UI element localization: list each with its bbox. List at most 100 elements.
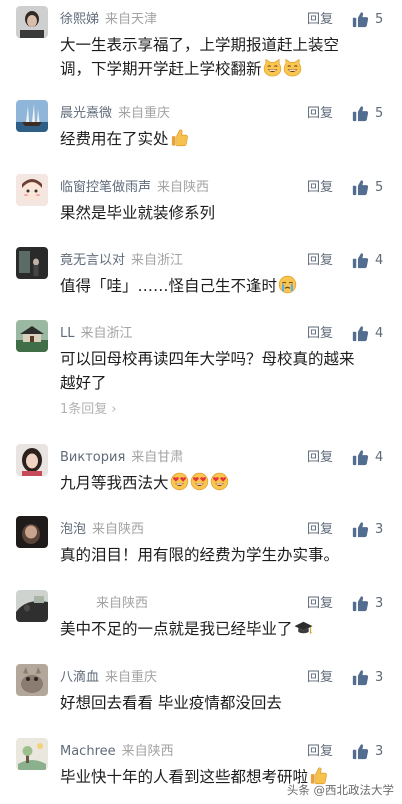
thumbs-up-icon: [352, 595, 369, 612]
thumbs-up-icon: [352, 105, 369, 122]
comment-text: 值得「哇」……怪自己生不逢时: [60, 274, 360, 298]
heart-eyes-icon: [170, 472, 189, 491]
location: 来自天津: [105, 12, 158, 27]
avatar[interactable]: [16, 738, 48, 770]
thumbs-up-icon: [352, 521, 369, 538]
comment-text: 好想回去看看 毕业疫情都没回去: [60, 694, 282, 712]
username[interactable]: 徐熙娣: [60, 12, 99, 27]
reply-button[interactable]: 回复: [307, 744, 333, 760]
like-count: 5: [375, 105, 384, 121]
comment-text: 大一生表示享福了，上学期报道赶上装空调，下学期开学赶上学校翻新: [60, 36, 340, 78]
avatar[interactable]: [16, 174, 48, 206]
thumbs-up-icon: [352, 669, 369, 686]
comment-text: 九月等我西法大: [60, 471, 360, 495]
comment-item: 晨光熹微 来自重庆 回复 5 经费用在了实处: [0, 100, 402, 166]
username[interactable]: 泡泡: [60, 522, 86, 537]
comment-meta: 竟无言以对 来自浙江: [60, 253, 183, 269]
watermark: 头条 @西北政法大学: [286, 783, 394, 797]
avatar[interactable]: [16, 516, 48, 548]
thumbs-up-icon: [352, 179, 369, 196]
comment-text: 可以回母校再读四年大学吗？母校真的越来越好了: [60, 350, 355, 392]
avatar[interactable]: [16, 320, 48, 352]
avatar[interactable]: [16, 590, 48, 622]
like-button[interactable]: 5: [352, 177, 383, 197]
like-count: 4: [375, 325, 384, 341]
comment-meta: 泡泡 来自陕西: [60, 522, 144, 538]
comment-item: 临窗控笔做雨声 来自陕西 回复 5 果然是毕业就装修系列: [0, 174, 402, 240]
like-count: 4: [375, 252, 384, 268]
comment-meta: 来自陕西: [96, 596, 148, 612]
like-button[interactable]: 5: [352, 103, 383, 123]
reply-button[interactable]: 回复: [307, 180, 333, 196]
cat-smile-icon: [283, 58, 302, 77]
username[interactable]: Виктория: [60, 450, 125, 465]
like-count: 3: [375, 669, 384, 685]
reply-button[interactable]: 回复: [307, 522, 333, 538]
like-count: 3: [375, 743, 384, 759]
avatar[interactable]: [16, 100, 48, 132]
location: 来自重庆: [105, 670, 158, 685]
reply-button[interactable]: 回复: [307, 106, 333, 122]
like-button[interactable]: 3: [352, 519, 383, 539]
comment-meta: Виктория 来自甘肃: [60, 450, 183, 466]
username[interactable]: LL: [60, 326, 75, 341]
avatar[interactable]: [16, 664, 48, 696]
comment-meta: 八滴血 来自重庆: [60, 670, 157, 686]
avatar[interactable]: [16, 6, 48, 38]
like-count: 5: [375, 11, 384, 27]
location: 来自甘肃: [131, 450, 184, 465]
heart-eyes-icon: [190, 472, 209, 491]
cat-smile-icon: [263, 58, 282, 77]
reply-button[interactable]: 回复: [307, 596, 333, 612]
like-button[interactable]: 4: [352, 447, 383, 467]
username[interactable]: 竟无言以对: [60, 253, 125, 268]
location: 来自浙江: [80, 326, 133, 341]
like-count: 5: [375, 179, 384, 195]
like-count: 3: [375, 521, 384, 537]
username[interactable]: 八滴血: [60, 670, 99, 685]
comment-item: 泡泡 来自陕西 回复 3 真的泪目！用有限的经费为学生办实事。: [0, 516, 402, 582]
reply-button[interactable]: 回复: [307, 253, 333, 269]
like-count: 3: [375, 595, 384, 611]
like-button[interactable]: 4: [352, 323, 383, 343]
comment-item: Виктория 来自甘肃 回复 4 九月等我西法大: [0, 444, 402, 510]
username[interactable]: 晨光熹微: [60, 106, 112, 121]
comment-meta: 晨光熹微 来自重庆: [60, 106, 170, 122]
reply-button[interactable]: 回复: [307, 670, 333, 686]
comment-item: 徐熙娣 来自天津 回复 5 大一生表示享福了，上学期报道赶上装空调，下学期开学赶上…: [0, 6, 402, 96]
comment-text: 真的泪目！用有限的经费为学生办实事。: [60, 546, 340, 564]
like-button[interactable]: 5: [352, 9, 383, 29]
avatar[interactable]: [16, 247, 48, 279]
like-count: 4: [375, 449, 384, 465]
thumbs-up-icon: [352, 325, 369, 342]
like-button[interactable]: 3: [352, 741, 383, 761]
thumbs-up-icon: [352, 11, 369, 28]
username[interactable]: Machree: [60, 744, 116, 759]
graduation-cap-icon: [294, 618, 313, 637]
like-button[interactable]: 3: [352, 667, 383, 687]
reply-button[interactable]: 回复: [307, 12, 333, 28]
view-replies-link[interactable]: 1条回复 ›: [60, 398, 117, 417]
comment-meta: Machree 来自陕西: [60, 744, 174, 760]
comment-text: 果然是毕业就装修系列: [60, 204, 216, 222]
thumbs-up-icon: [352, 743, 369, 760]
comment-text: 经费用在了实处: [60, 127, 360, 151]
comment-item: 八滴血 来自重庆 回复 3 好想回去看看 毕业疫情都没回去: [0, 664, 402, 730]
comment-item: LL 来自浙江 回复 4 可以回母校再读四年大学吗？母校真的越来越好了 1条回复 …: [0, 320, 402, 430]
username[interactable]: 临窗控笔做雨声: [60, 180, 151, 195]
avatar[interactable]: [16, 444, 48, 476]
location: 来自浙江: [131, 253, 184, 268]
chevron-right-icon: ›: [107, 402, 117, 417]
reply-button[interactable]: 回复: [307, 326, 333, 342]
thumbs-up-emoji-icon: [170, 128, 189, 147]
comment-meta: 徐熙娣 来自天津: [60, 12, 157, 28]
location: 来自陕西: [92, 522, 145, 537]
comment-text: 美中不足的一点就是我已经毕业了: [60, 617, 360, 641]
comment-item: 竟无言以对 来自浙江 回复 4 值得「哇」……怪自己生不逢时: [0, 247, 402, 313]
like-button[interactable]: 4: [352, 250, 383, 270]
thumbs-up-icon: [352, 449, 369, 466]
reply-button[interactable]: 回复: [307, 450, 333, 466]
thumbs-up-icon: [352, 252, 369, 269]
location: 来自陕西: [121, 744, 174, 759]
like-button[interactable]: 3: [352, 593, 383, 613]
